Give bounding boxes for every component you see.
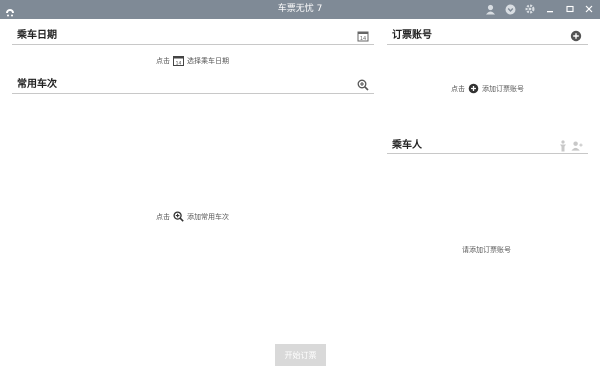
passengers-empty-text: 请添加订票账号	[462, 246, 511, 254]
svg-text:14: 14	[176, 60, 182, 66]
add-train-hint[interactable]: 点击 添加常用车次	[156, 211, 229, 222]
add-user-icon[interactable]	[571, 140, 583, 152]
trains-section-title: 常用车次	[17, 79, 57, 90]
add-account-hint[interactable]: 点击 添加订票账号	[451, 83, 524, 94]
passengers-section-divider	[387, 153, 588, 154]
maximize-icon[interactable]	[563, 2, 577, 16]
trains-section-divider	[12, 93, 374, 94]
zoom-in-small-icon[interactable]	[173, 211, 184, 222]
add-account-link[interactable]: 添加订票账号	[482, 84, 524, 94]
add-circle-icon[interactable]	[570, 30, 582, 42]
select-date-hint-prefix: 点击	[156, 56, 170, 65]
gear-icon[interactable]	[523, 2, 537, 16]
add-account-hint-prefix: 点击	[451, 84, 465, 93]
calendar-small-icon[interactable]: 14	[173, 55, 184, 66]
add-circle-small-icon[interactable]	[468, 83, 479, 94]
passengers-section-title: 乘车人	[392, 140, 422, 151]
select-date-link[interactable]: 选择乘车日期	[187, 56, 229, 66]
add-train-link[interactable]: 添加常用车次	[187, 212, 229, 222]
start-booking-button[interactable]: 开始订票	[275, 344, 326, 366]
title-bar: 车票无忧 7	[0, 0, 600, 19]
add-train-hint-prefix: 点击	[156, 212, 170, 221]
svg-text:14: 14	[360, 36, 366, 42]
date-section-divider	[12, 44, 374, 45]
download-icon[interactable]	[503, 2, 517, 16]
person-standing-icon[interactable]	[557, 140, 569, 152]
date-section-title: 乘车日期	[17, 30, 57, 41]
accounts-section-title: 订票账号	[392, 30, 432, 41]
calendar-icon[interactable]: 14	[357, 30, 369, 42]
zoom-in-icon[interactable]	[357, 79, 369, 91]
select-date-hint[interactable]: 点击 14 选择乘车日期	[156, 55, 229, 66]
minimize-icon[interactable]	[543, 2, 557, 16]
user-icon[interactable]	[483, 2, 497, 16]
accounts-section-divider	[387, 44, 588, 45]
close-icon[interactable]	[582, 2, 596, 16]
